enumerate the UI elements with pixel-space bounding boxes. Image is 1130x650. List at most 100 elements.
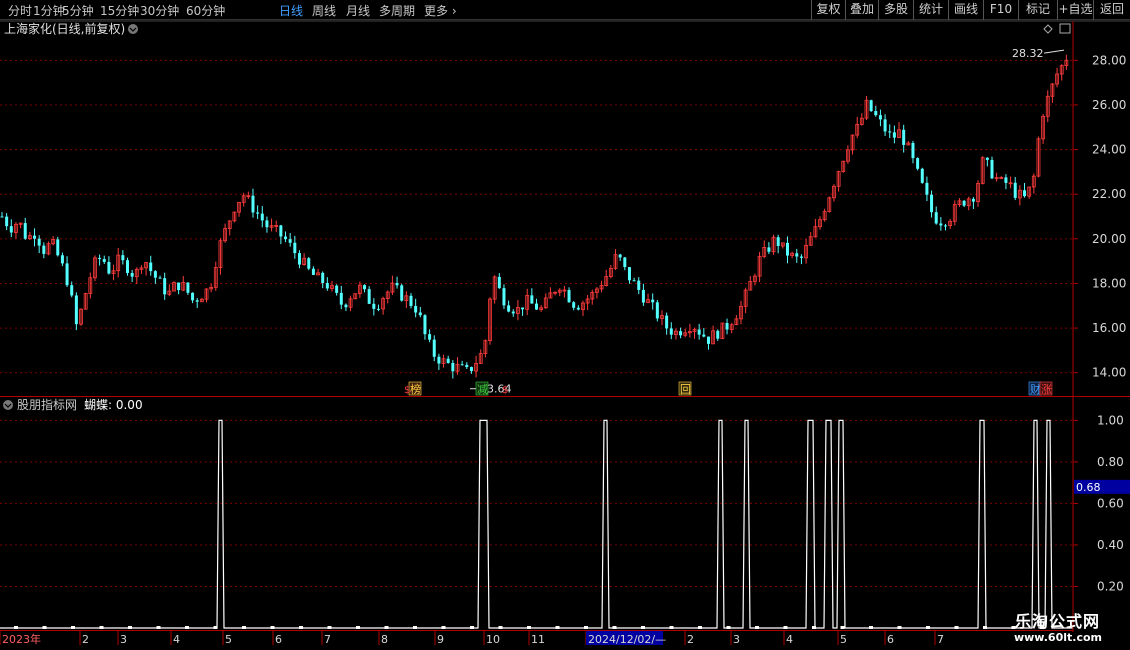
candle-body (971, 198, 975, 202)
indicator-dot (783, 626, 788, 629)
chart-canvas: 28.00 26.00 24.00 22.00 20.00 18.00 16.00 14.00… (0, 20, 1130, 646)
indicator-series (0, 419, 1073, 629)
candle-body (428, 334, 432, 340)
candle-body (37, 238, 41, 246)
candle-body (400, 285, 404, 301)
candle-body (665, 315, 669, 329)
candle-body (5, 216, 9, 227)
candle-body (502, 288, 506, 306)
cursor-value: 0.68 (1076, 481, 1101, 494)
candle-body (325, 282, 329, 289)
candle-body (990, 159, 994, 179)
indicator-dot (356, 626, 360, 629)
price-tick-label: 28.00 (1092, 53, 1126, 67)
date-tick-label: 3 (733, 633, 740, 646)
date-tick-label: 2024/12/02/— (588, 633, 666, 646)
candle-body (697, 329, 701, 335)
candle-body (706, 336, 710, 344)
candle-body (716, 330, 720, 339)
indicator-dot (926, 626, 930, 629)
high-price-label: 28.32 (1012, 47, 1044, 60)
indicator-dot (213, 626, 218, 629)
candle-body (795, 253, 799, 257)
candle-body (423, 315, 427, 335)
event-marker: 榜 (410, 382, 421, 396)
candle-body (702, 334, 706, 337)
candle-body (530, 295, 534, 304)
indicator-dot (270, 626, 275, 629)
indicator-dot (441, 626, 446, 629)
candle-body (339, 292, 343, 305)
indicator-dot (755, 626, 759, 629)
date-tick-label: 6 (275, 633, 282, 646)
date-tick-label: 7 (324, 633, 331, 646)
candle-body (321, 272, 325, 283)
candle-body (186, 282, 190, 293)
candle-body (251, 195, 255, 213)
candle-body (869, 100, 873, 112)
date-tick-label: 2 (82, 633, 89, 646)
candle-body (521, 307, 525, 310)
candle-body (1023, 190, 1027, 197)
panel-toggle-icon (1059, 23, 1071, 34)
candle-body (363, 285, 367, 290)
candle-body (149, 262, 153, 272)
event-marker: 回 (680, 383, 691, 396)
indicator-dot (498, 626, 503, 629)
candle-body (307, 258, 311, 269)
indicator-title: 股朋指标网 (17, 397, 77, 412)
candle-body (641, 289, 645, 303)
candle-body (507, 305, 511, 312)
candle-body (632, 280, 636, 282)
date-tick-label: 7 (937, 633, 944, 646)
candle-body (878, 115, 882, 120)
indicator-dot (327, 626, 332, 629)
candle-body (376, 308, 380, 310)
date-tick-label: 4 (173, 633, 180, 646)
candle-body (883, 119, 887, 132)
candle-body (572, 302, 576, 308)
candle-body (902, 129, 906, 145)
candle-body (679, 331, 683, 336)
price-tick-label: 24.00 (1092, 143, 1126, 157)
indicator-dot (299, 626, 303, 629)
candle-body (344, 304, 348, 308)
candle-body (655, 302, 659, 319)
price-tick-label: 18.00 (1092, 276, 1126, 290)
candle-body (939, 223, 943, 226)
candle-body (33, 235, 37, 239)
candle-body (297, 253, 301, 265)
candle-body (9, 226, 13, 233)
candle-body (98, 257, 102, 260)
candle-body (130, 272, 134, 277)
indicator-dot (470, 626, 474, 629)
candle-body (767, 247, 771, 252)
event-marker: 涨 (1041, 383, 1052, 396)
candle-body (311, 268, 315, 275)
candle-body (618, 254, 622, 258)
indicator-dot (726, 626, 731, 629)
date-tick-label: 11 (531, 633, 545, 646)
candle-body (153, 271, 157, 278)
candle-body (418, 312, 422, 316)
indicator-dot (71, 626, 75, 629)
axes: 28.00 26.00 24.00 22.00 20.00 18.00 16.00 14.00… (0, 21, 1130, 646)
candle-body (925, 182, 929, 195)
candle-body (776, 237, 780, 247)
candle-body (497, 276, 501, 289)
candle-body (23, 223, 27, 239)
candle-body (177, 282, 181, 291)
date-tick-label: 2023年 (2, 632, 41, 646)
indicator-tick-label: 0.40 (1097, 538, 1124, 552)
date-tick-label: 4 (786, 633, 793, 646)
candle-body (623, 257, 627, 268)
indicator-dot (128, 626, 132, 629)
candle-body (260, 213, 264, 221)
indicator-dot (527, 626, 531, 629)
candle-body (446, 358, 450, 363)
dollar-marker: $ (404, 385, 410, 396)
indicator-dot (869, 626, 873, 629)
indicator-dot (42, 626, 47, 629)
date-tick-label: 5 (840, 633, 847, 646)
candle-body (414, 305, 418, 313)
